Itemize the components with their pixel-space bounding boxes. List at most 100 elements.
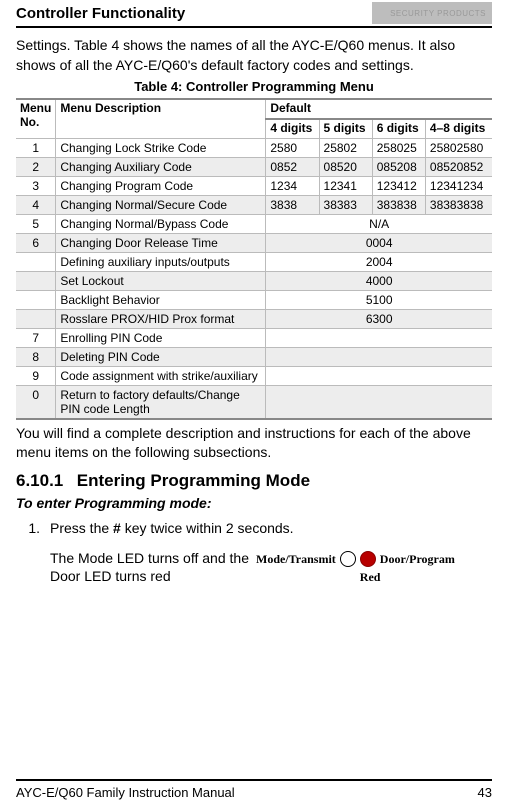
cell-menu-no [16, 271, 56, 290]
cell-menu-description: Changing Lock Strike Code [56, 138, 266, 157]
cell-menu-no: 7 [16, 328, 56, 347]
cell-menu-description: Changing Normal/Bypass Code [56, 214, 266, 233]
cell-menu-no: 3 [16, 176, 56, 195]
mode-transmit-label: Mode/Transmit [256, 551, 336, 567]
cell-default-span: 0004 [266, 233, 492, 252]
cell-menu-no [16, 252, 56, 271]
step-1: 1. Press the # key twice within 2 second… [16, 519, 492, 539]
table-row: 2Changing Auxiliary Code0852085200852080… [16, 157, 492, 176]
cell-default-span: 2004 [266, 252, 492, 271]
cell-default-value: 123412 [372, 176, 425, 195]
door-program-label: Door/Program [380, 551, 455, 567]
cell-menu-description: Defining auxiliary inputs/outputs [56, 252, 266, 271]
section-number: 6.10.1 [16, 471, 72, 491]
table-row: 3Changing Program Code123412341123412123… [16, 176, 492, 195]
cell-default-span [266, 366, 492, 385]
table-row: 4Changing Normal/Secure Code383838383383… [16, 195, 492, 214]
cell-default-value: 38383838 [425, 195, 492, 214]
th-default: Default [266, 99, 492, 119]
step-post: key twice within 2 seconds. [121, 520, 294, 536]
table-row: 0Return to factory defaults/Change PIN c… [16, 385, 492, 419]
th-menu-no: Menu No. [16, 99, 56, 138]
th-4digits: 4 digits [266, 119, 319, 138]
cell-default-value: 383838 [372, 195, 425, 214]
cell-menu-no: 4 [16, 195, 56, 214]
cell-default-span: N/A [266, 214, 492, 233]
cell-default-value: 085208 [372, 157, 425, 176]
section-heading: 6.10.1 Entering Programming Mode [16, 471, 492, 491]
table-row: Set Lockout4000 [16, 271, 492, 290]
followup-paragraph: You will find a complete description and… [16, 424, 492, 463]
cell-default-value: 3838 [266, 195, 319, 214]
cell-menu-no [16, 290, 56, 309]
table-row: Backlight Behavior5100 [16, 290, 492, 309]
cell-default-value: 25802 [319, 138, 372, 157]
cell-menu-no: 0 [16, 385, 56, 419]
cell-menu-description: Set Lockout [56, 271, 266, 290]
cell-menu-description: Backlight Behavior [56, 290, 266, 309]
table-row: 8Deleting PIN Code [16, 347, 492, 366]
cell-default-value: 12341234 [425, 176, 492, 195]
th-5digits: 5 digits [319, 119, 372, 138]
mode-result-text: The Mode LED turns off and the Door LED … [16, 549, 256, 587]
cell-menu-description: Changing Auxiliary Code [56, 157, 266, 176]
cell-default-value: 25802580 [425, 138, 492, 157]
programming-menu-table: Menu No. Menu Description Default 4 digi… [16, 98, 492, 420]
intro-paragraph: Settings. Table 4 shows the names of all… [16, 36, 492, 75]
cell-default-value: 0852 [266, 157, 319, 176]
cell-menu-description: Return to factory defaults/Change PIN co… [56, 385, 266, 419]
cell-menu-no: 2 [16, 157, 56, 176]
cell-menu-description: Changing Normal/Secure Code [56, 195, 266, 214]
cell-default-value: 08520852 [425, 157, 492, 176]
logo-text: SECURITY PRODUCTS [390, 9, 486, 18]
footer-page-number: 43 [478, 785, 492, 800]
cell-menu-description: Changing Door Release Time [56, 233, 266, 252]
th-6digits: 6 digits [372, 119, 425, 138]
table-row: 6Changing Door Release Time0004 [16, 233, 492, 252]
cell-default-value: 2580 [266, 138, 319, 157]
cell-menu-description: Deleting PIN Code [56, 347, 266, 366]
cell-default-span: 5100 [266, 290, 492, 309]
header-divider [16, 26, 492, 28]
cell-menu-no: 8 [16, 347, 56, 366]
cell-default-span: 6300 [266, 309, 492, 328]
th-menu-description: Menu Description [56, 99, 266, 138]
table-row: Rosslare PROX/HID Prox format6300 [16, 309, 492, 328]
table-row: 9Code assignment with strike/auxiliary [16, 366, 492, 385]
chapter-title: Controller Functionality [16, 5, 185, 22]
cell-menu-no: 6 [16, 233, 56, 252]
cell-default-span [266, 385, 492, 419]
table-row: 5Changing Normal/Bypass CodeN/A [16, 214, 492, 233]
mode-result-row: The Mode LED turns off and the Door LED … [16, 549, 492, 587]
section-title: Entering Programming Mode [77, 471, 310, 490]
table-row: Defining auxiliary inputs/outputs2004 [16, 252, 492, 271]
mode-led-icon [340, 551, 356, 567]
page-footer: AYC-E/Q60 Family Instruction Manual 43 [16, 779, 492, 800]
table-caption: Table 4: Controller Programming Menu [16, 79, 492, 94]
cell-menu-description: Rosslare PROX/HID Prox format [56, 309, 266, 328]
procedure-heading: To enter Programming mode: [16, 495, 492, 511]
step-text: Press the # key twice within 2 seconds. [50, 519, 492, 539]
cell-menu-no [16, 309, 56, 328]
footer-left: AYC-E/Q60 Family Instruction Manual [16, 785, 235, 800]
cell-menu-description: Code assignment with strike/auxiliary [56, 366, 266, 385]
cell-default-span [266, 328, 492, 347]
cell-default-span [266, 347, 492, 366]
th-48digits: 4–8 digits [425, 119, 492, 138]
table-row: 7Enrolling PIN Code [16, 328, 492, 347]
step-key: # [113, 520, 121, 536]
cell-default-value: 258025 [372, 138, 425, 157]
cell-default-value: 08520 [319, 157, 372, 176]
step-pre: Press the [50, 520, 113, 536]
cell-menu-no: 1 [16, 138, 56, 157]
cell-menu-description: Changing Program Code [56, 176, 266, 195]
cell-menu-no: 9 [16, 366, 56, 385]
cell-default-value: 12341 [319, 176, 372, 195]
table-row: 1Changing Lock Strike Code25802580225802… [16, 138, 492, 157]
cell-default-span: 4000 [266, 271, 492, 290]
cell-menu-no: 5 [16, 214, 56, 233]
led-red-label: Red [360, 569, 455, 585]
brand-logo: SECURITY PRODUCTS [372, 2, 492, 24]
cell-menu-description: Enrolling PIN Code [56, 328, 266, 347]
door-led-icon [360, 551, 376, 567]
